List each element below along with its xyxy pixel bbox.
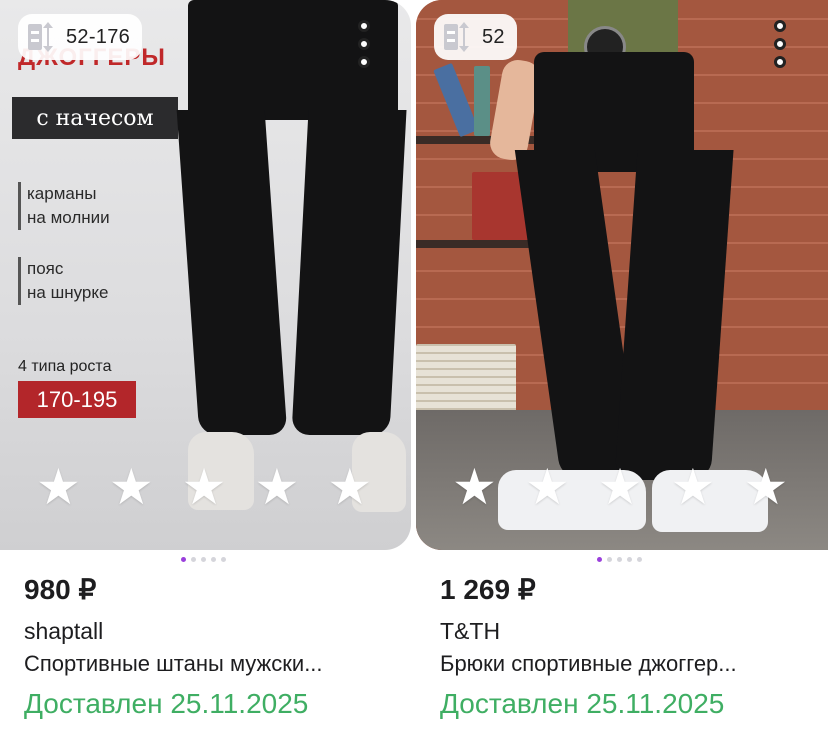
product-photo[interactable]: ДЖОГГЕРЫ с начесом карманы на молнии поя…: [0, 0, 411, 550]
promo-range-badge: 170-195: [18, 381, 136, 418]
book: [474, 66, 490, 136]
star-icon[interactable]: ★: [525, 462, 570, 512]
carousel-indicator: [597, 557, 642, 562]
carousel-indicator: [181, 557, 226, 562]
brand-name[interactable]: T&TH: [440, 618, 500, 645]
promo-feature: карманы на молнии: [18, 182, 110, 230]
star-icon[interactable]: ★: [452, 462, 497, 512]
size-badge: 52-176: [18, 14, 143, 60]
size-badge-text: 52-176: [66, 25, 131, 48]
brand-name[interactable]: shaptall: [24, 618, 103, 645]
product-card[interactable]: ДЖОГГЕРЫ с начесом карманы на молнии поя…: [0, 0, 411, 732]
size-ruler-icon: [28, 22, 58, 52]
star-icon[interactable]: ★: [109, 462, 154, 512]
star-icon[interactable]: ★: [36, 462, 81, 512]
promo-feature-text: карманы на молнии: [27, 184, 110, 227]
shelf: [416, 240, 542, 248]
promo-feature: пояс на шнурке: [18, 257, 108, 305]
delivery-status: Доставлен 25.11.2025: [24, 688, 309, 719]
star-icon[interactable]: ★: [670, 462, 715, 512]
more-vertical-icon[interactable]: [769, 20, 791, 68]
product-photo[interactable]: 52 ★ ★ ★ ★ ★: [416, 0, 828, 550]
star-icon[interactable]: ★: [327, 462, 372, 512]
star-icon[interactable]: ★: [598, 462, 643, 512]
star-icon[interactable]: ★: [254, 462, 299, 512]
price: 980 ₽: [24, 574, 97, 605]
product-card[interactable]: 52 ★ ★ ★ ★ ★ 1 269 ₽ T&TH Брюки спортивн…: [416, 0, 828, 732]
rating-stars[interactable]: ★ ★ ★ ★ ★: [36, 462, 372, 512]
promo-box: с начесом: [12, 97, 178, 139]
star-icon[interactable]: ★: [182, 462, 227, 512]
delivery-status: Доставлен 25.11.2025: [440, 688, 725, 719]
size-ruler-icon: [444, 22, 474, 52]
rating-stars[interactable]: ★ ★ ★ ★ ★: [452, 462, 788, 512]
promo-growth-label: 4 типа роста: [18, 358, 112, 375]
price: 1 269 ₽: [440, 574, 536, 605]
size-badge: 52: [434, 14, 517, 60]
pants-right-leg: [291, 110, 407, 435]
product-title[interactable]: Брюки спортивные джоггер...: [440, 651, 737, 677]
star-icon[interactable]: ★: [743, 462, 788, 512]
size-badge-text: 52: [482, 25, 505, 48]
more-vertical-icon[interactable]: [353, 20, 375, 68]
product-title[interactable]: Спортивные штаны мужски...: [24, 651, 323, 677]
promo-feature-text: пояс на шнурке: [27, 259, 109, 302]
